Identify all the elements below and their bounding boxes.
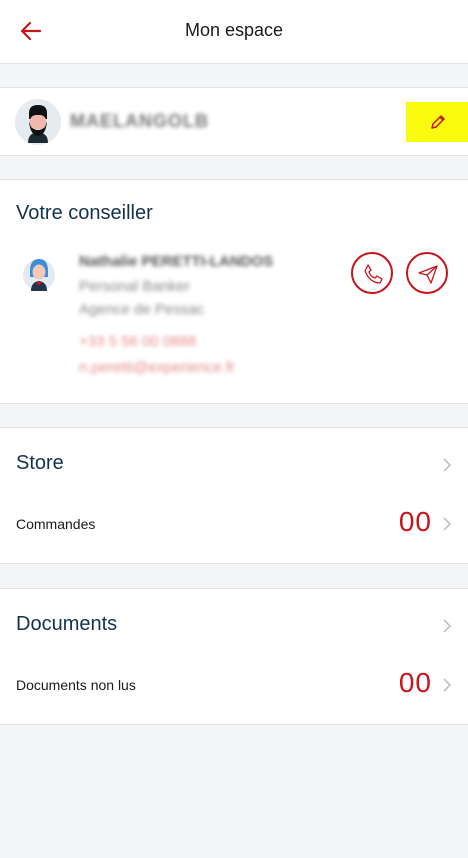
unread-documents-label: Documents non lus: [16, 677, 136, 693]
advisor-card: Votre conseiller Nathalie PERETTI-LANDOS…: [0, 179, 468, 404]
top-bar: Mon espace: [0, 0, 468, 64]
profile-name: MAELANGOLB: [70, 111, 209, 131]
chevron-right-icon: [443, 517, 452, 531]
advisor-section-title: Votre conseiller: [16, 202, 153, 224]
user-avatar-icon: [15, 99, 61, 145]
store-title: Store: [16, 452, 64, 474]
advisor-agency: Agence de Pessac: [79, 301, 205, 318]
advisor-name: Nathalie PERETTI-LANDOS: [79, 253, 274, 270]
edit-profile-button[interactable]: [406, 102, 468, 142]
paper-plane-icon: [418, 265, 438, 284]
chevron-right-icon: [443, 458, 452, 472]
avatar: [15, 99, 61, 145]
unread-documents-count: 00: [398, 667, 432, 698]
documents-card: Documents Documents non lus 00: [0, 588, 468, 725]
advisor-role: Personal Banker: [79, 278, 190, 295]
advisor-email[interactable]: n.peretti@experience.fr: [79, 359, 235, 376]
advisor-avatar-icon: [23, 259, 55, 291]
store-link[interactable]: [0, 428, 468, 498]
store-card: Store Commandes 00: [0, 427, 468, 564]
message-advisor-button[interactable]: [406, 252, 448, 294]
call-advisor-button[interactable]: [351, 252, 393, 294]
advisor-phone[interactable]: +33 5 56 00 0888: [79, 333, 196, 350]
orders-count: 00: [398, 506, 432, 537]
phone-icon: [364, 264, 383, 284]
pencil-icon: [431, 115, 445, 129]
page-title: Mon espace: [184, 20, 284, 40]
chevron-right-icon: [443, 678, 452, 692]
profile-card: MAELANGOLB: [0, 87, 468, 156]
chevron-right-icon: [443, 619, 452, 633]
documents-title: Documents: [16, 613, 118, 635]
orders-label: Commandes: [16, 516, 96, 532]
